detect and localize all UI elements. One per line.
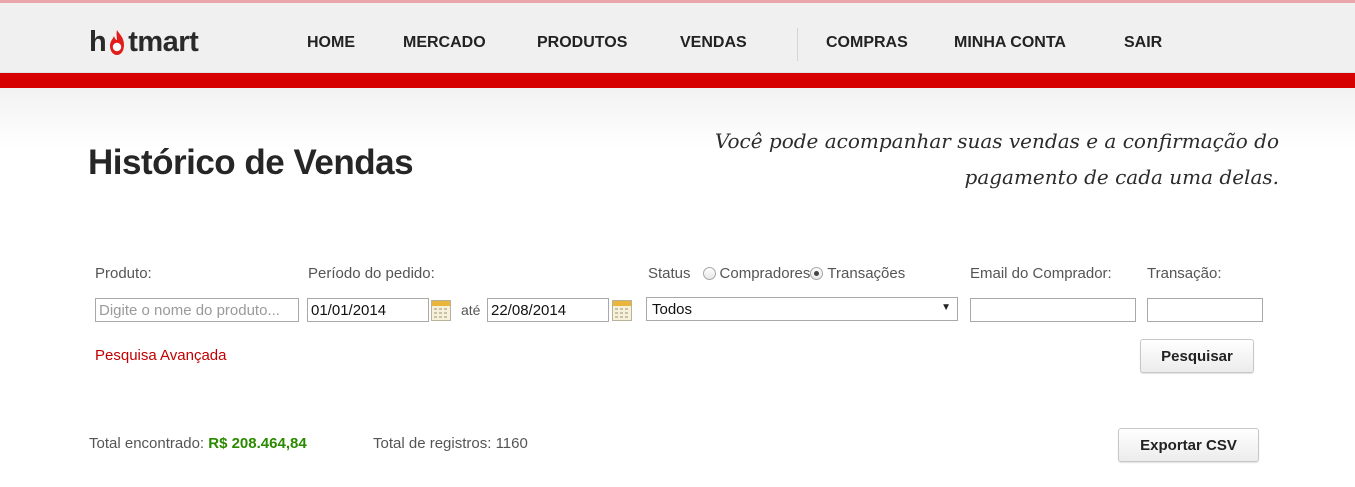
radio-compradores[interactable] xyxy=(702,267,716,280)
status-select[interactable]: Todos ▼ xyxy=(646,297,958,321)
export-csv-button[interactable]: Exportar CSV xyxy=(1118,428,1259,462)
calendar-icon[interactable] xyxy=(431,300,451,321)
total-found: Total encontrado: R$ 208.464,84 xyxy=(89,435,307,452)
calendar-icon[interactable] xyxy=(612,300,632,321)
hotmart-logo[interactable]: h tmart xyxy=(89,24,199,60)
total-found-label: Total encontrado: xyxy=(89,435,205,452)
status-label: Status xyxy=(648,265,691,282)
nav-home[interactable]: HOME xyxy=(307,34,355,52)
total-found-value: R$ 208.464,84 xyxy=(208,435,307,452)
total-records: Total de registros: 1160 xyxy=(373,435,528,452)
subtitle-line-1: Você pode acompanhar suas vendas e a con… xyxy=(714,129,1279,153)
logo-text-suffix: tmart xyxy=(128,25,199,58)
dropdown-arrow-icon: ▼ xyxy=(941,302,951,313)
ate-label: até xyxy=(461,302,481,318)
radio-compradores-label: Compradores xyxy=(719,265,811,282)
produto-input[interactable]: Digite o nome do produto... xyxy=(95,298,299,322)
page-subtitle: Você pode acompanhar suas vendas e a con… xyxy=(639,123,1279,195)
logo-text-prefix: h xyxy=(89,25,107,58)
nav-mercado[interactable]: MERCADO xyxy=(403,34,486,52)
status-radio-group: Status Compradores Transações xyxy=(648,265,905,282)
transacao-input[interactable] xyxy=(1147,298,1263,322)
radio-transacoes[interactable] xyxy=(810,267,824,280)
radio-transacoes-label: Transações xyxy=(827,265,906,282)
status-select-value: Todos xyxy=(652,301,693,318)
email-label: Email do Comprador: xyxy=(970,265,1112,282)
date-to-input[interactable]: 22/08/2014 xyxy=(487,298,609,322)
total-records-value: 1160 xyxy=(495,435,528,452)
advanced-search-link[interactable]: Pesquisa Avançada xyxy=(95,347,227,364)
nav-minha-conta[interactable]: MINHA CONTA xyxy=(954,34,1066,52)
nav-vendas[interactable]: VENDAS xyxy=(680,34,747,52)
total-records-label: Total de registros: xyxy=(373,435,492,452)
date-from-input[interactable]: 01/01/2014 xyxy=(307,298,429,322)
header-red-stripe xyxy=(0,73,1355,88)
transacao-label: Transação: xyxy=(1147,265,1222,282)
email-input[interactable] xyxy=(970,298,1136,322)
search-button[interactable]: Pesquisar xyxy=(1140,339,1254,373)
flame-icon xyxy=(107,28,127,57)
page-title: Histórico de Vendas xyxy=(88,143,414,182)
nav-compras[interactable]: COMPRAS xyxy=(826,34,908,52)
nav-produtos[interactable]: PRODUTOS xyxy=(537,34,627,52)
produto-label: Produto: xyxy=(95,265,152,282)
nav-divider xyxy=(797,28,798,61)
periodo-label: Período do pedido: xyxy=(308,265,435,282)
nav-sair[interactable]: SAIR xyxy=(1124,34,1162,52)
subtitle-line-2: pagamento de cada uma delas. xyxy=(964,165,1279,189)
